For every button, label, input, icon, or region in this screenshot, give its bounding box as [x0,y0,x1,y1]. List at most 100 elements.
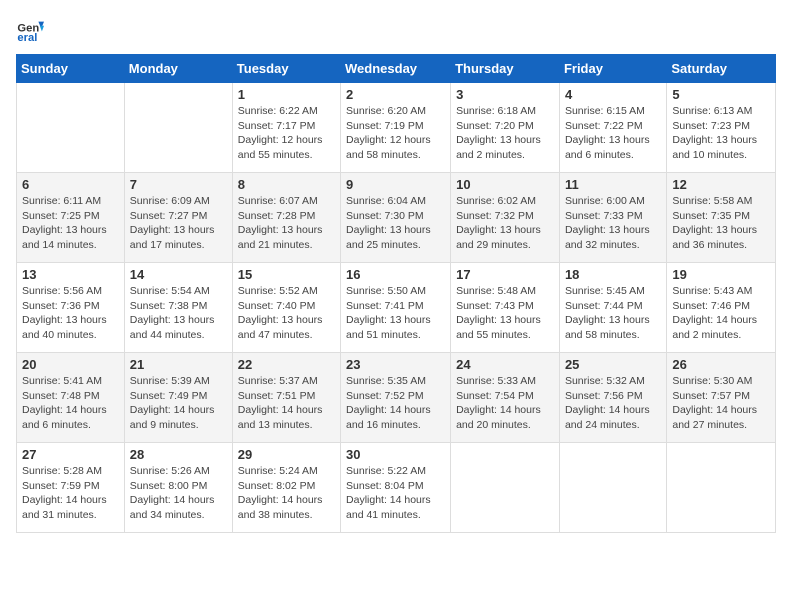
day-info: Sunrise: 5:41 AM Sunset: 7:48 PM Dayligh… [22,374,119,433]
day-info: Sunrise: 6:20 AM Sunset: 7:19 PM Dayligh… [346,104,445,163]
day-info: Sunrise: 5:37 AM Sunset: 7:51 PM Dayligh… [238,374,335,433]
calendar-cell: 18Sunrise: 5:45 AM Sunset: 7:44 PM Dayli… [559,263,666,353]
day-number: 26 [672,357,770,372]
day-info: Sunrise: 6:15 AM Sunset: 7:22 PM Dayligh… [565,104,661,163]
calendar-cell: 27 Sunrise: 5:28 AM Sunset: 7:59 PM Dayli… [17,443,125,533]
day-info: Sunrise: 5:54 AM Sunset: 7:38 PM Dayligh… [130,284,227,343]
day-info: Sunrise: 6:04 AM Sunset: 7:30 PM Dayligh… [346,194,445,253]
day-info: Sunrise: 5:22 AM Sunset: 8:04 PM Dayligh… [346,464,445,523]
day-number: 8 [238,177,335,192]
day-number: 16 [346,267,445,282]
day-number: 17 [456,267,554,282]
calendar-cell: 10 Sunrise: 6:02 AM Sunset: 7:32 PM Dayli… [451,173,560,263]
day-info: Sunrise: 5:28 AM Sunset: 7:59 PM Dayligh… [22,464,119,523]
day-number: 13 [22,267,119,282]
day-number: 22 [238,357,335,372]
calendar-cell [17,83,125,173]
day-of-week-header: Wednesday [341,55,451,83]
calendar-cell: 22 Sunrise: 5:37 AM Sunset: 7:51 PM Dayli… [232,353,340,443]
calendar-cell: 2 Sunrise: 6:20 AM Sunset: 7:19 PM Daylig… [341,83,451,173]
day-info: Sunrise: 6:18 AM Sunset: 7:20 PM Dayligh… [456,104,554,163]
day-info: Sunrise: 5:30 AM Sunset: 7:57 PM Dayligh… [672,374,770,433]
calendar-cell: 6Sunrise: 6:11 AM Sunset: 7:25 PM Daylig… [17,173,125,263]
calendar-cell: 23 Sunrise: 5:35 AM Sunset: 7:52 PM Dayli… [341,353,451,443]
day-of-week-header: Friday [559,55,666,83]
day-info: Sunrise: 5:48 AM Sunset: 7:43 PM Dayligh… [456,284,554,343]
day-number: 2 [346,87,445,102]
day-number: 27 [22,447,119,462]
day-info: Sunrise: 6:09 AM Sunset: 7:27 PM Dayligh… [130,194,227,253]
day-number: 4 [565,87,661,102]
calendar-cell: 9 Sunrise: 6:04 AM Sunset: 7:30 PM Daylig… [341,173,451,263]
day-info: Sunrise: 5:33 AM Sunset: 7:54 PM Dayligh… [456,374,554,433]
calendar-table: SundayMondayTuesdayWednesdayThursdayFrid… [16,54,776,533]
calendar-cell: 16Sunrise: 5:50 AM Sunset: 7:41 PM Dayli… [341,263,451,353]
calendar-cell: 14 Sunrise: 5:54 AM Sunset: 7:38 PM Dayli… [124,263,232,353]
day-number: 5 [672,87,770,102]
day-number: 20 [22,357,119,372]
day-number: 23 [346,357,445,372]
day-number: 19 [672,267,770,282]
day-of-week-header: Saturday [667,55,776,83]
calendar-cell: 25 Sunrise: 5:32 AM Sunset: 7:56 PM Dayli… [559,353,666,443]
day-info: Sunrise: 6:22 AM Sunset: 7:17 PM Dayligh… [238,104,335,163]
day-number: 7 [130,177,227,192]
day-number: 18 [565,267,661,282]
logo: Gen eral [16,16,48,44]
logo-icon: Gen eral [16,16,44,44]
calendar-cell [559,443,666,533]
day-number: 10 [456,177,554,192]
calendar-cell: 8 Sunrise: 6:07 AM Sunset: 7:28 PM Daylig… [232,173,340,263]
day-info: Sunrise: 5:52 AM Sunset: 7:40 PM Dayligh… [238,284,335,343]
day-number: 3 [456,87,554,102]
day-number: 12 [672,177,770,192]
day-info: Sunrise: 5:24 AM Sunset: 8:02 PM Dayligh… [238,464,335,523]
day-of-week-header: Monday [124,55,232,83]
day-number: 1 [238,87,335,102]
calendar-cell [667,443,776,533]
calendar-cell: 28 Sunrise: 5:26 AM Sunset: 8:00 PM Dayli… [124,443,232,533]
day-info: Sunrise: 6:07 AM Sunset: 7:28 PM Dayligh… [238,194,335,253]
day-number: 11 [565,177,661,192]
day-info: Sunrise: 5:32 AM Sunset: 7:56 PM Dayligh… [565,374,661,433]
calendar-cell: 11 Sunrise: 6:00 AM Sunset: 7:33 PM Dayli… [559,173,666,263]
calendar-cell: 12 Sunrise: 5:58 AM Sunset: 7:35 PM Dayli… [667,173,776,263]
calendar-cell: 13Sunrise: 5:56 AM Sunset: 7:36 PM Dayli… [17,263,125,353]
calendar-cell [124,83,232,173]
calendar-cell: 21Sunrise: 5:39 AM Sunset: 7:49 PM Dayli… [124,353,232,443]
day-number: 29 [238,447,335,462]
day-info: Sunrise: 6:00 AM Sunset: 7:33 PM Dayligh… [565,194,661,253]
day-number: 14 [130,267,227,282]
calendar-cell: 3 Sunrise: 6:18 AM Sunset: 7:20 PM Daylig… [451,83,560,173]
day-info: Sunrise: 5:35 AM Sunset: 7:52 PM Dayligh… [346,374,445,433]
page-header: Gen eral [16,16,776,44]
day-number: 15 [238,267,335,282]
calendar-cell: 1 Sunrise: 6:22 AM Sunset: 7:17 PM Daylig… [232,83,340,173]
calendar-cell: 17 Sunrise: 5:48 AM Sunset: 7:43 PM Dayli… [451,263,560,353]
day-of-week-header: Thursday [451,55,560,83]
calendar-cell: 19 Sunrise: 5:43 AM Sunset: 7:46 PM Dayli… [667,263,776,353]
day-info: Sunrise: 5:58 AM Sunset: 7:35 PM Dayligh… [672,194,770,253]
day-number: 28 [130,447,227,462]
day-number: 9 [346,177,445,192]
day-of-week-header: Tuesday [232,55,340,83]
day-info: Sunrise: 6:02 AM Sunset: 7:32 PM Dayligh… [456,194,554,253]
calendar-cell: 4 Sunrise: 6:15 AM Sunset: 7:22 PM Daylig… [559,83,666,173]
calendar-cell: 24 Sunrise: 5:33 AM Sunset: 7:54 PM Dayli… [451,353,560,443]
day-number: 21 [130,357,227,372]
calendar-cell: 5 Sunrise: 6:13 AM Sunset: 7:23 PM Daylig… [667,83,776,173]
day-info: Sunrise: 5:26 AM Sunset: 8:00 PM Dayligh… [130,464,227,523]
day-number: 25 [565,357,661,372]
calendar-cell: 30 Sunrise: 5:22 AM Sunset: 8:04 PM Dayli… [341,443,451,533]
day-number: 24 [456,357,554,372]
calendar-cell [451,443,560,533]
calendar-cell: 15 Sunrise: 5:52 AM Sunset: 7:40 PM Dayli… [232,263,340,353]
day-info: Sunrise: 5:43 AM Sunset: 7:46 PM Dayligh… [672,284,770,343]
day-number: 6 [22,177,119,192]
day-info: Sunrise: 6:13 AM Sunset: 7:23 PM Dayligh… [672,104,770,163]
day-of-week-header: Sunday [17,55,125,83]
calendar-cell: 7 Sunrise: 6:09 AM Sunset: 7:27 PM Daylig… [124,173,232,263]
day-number: 30 [346,447,445,462]
calendar-cell: 20 Sunrise: 5:41 AM Sunset: 7:48 PM Dayli… [17,353,125,443]
svg-text:eral: eral [17,32,37,44]
